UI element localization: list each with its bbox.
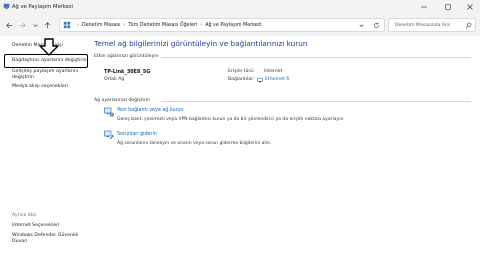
access-type-value: Internet xyxy=(264,69,283,74)
title-bar: Ağ ve Paylaşım Merkezi xyxy=(0,0,480,14)
sidebar-link-advanced-sharing-line2[interactable]: değiştirin xyxy=(12,75,34,81)
see-also-heading: Ayrıca bkz. xyxy=(12,213,38,218)
sidebar-link-media-streaming[interactable]: Medya akışı seçenekleri xyxy=(12,84,68,90)
access-type-label: Erişim türü: xyxy=(228,69,255,74)
up-arrow-icon[interactable] xyxy=(43,21,52,30)
recent-locations-chevron-icon[interactable] xyxy=(31,21,40,30)
active-networks-heading: Etkin ağlarınızı görüntüleyin xyxy=(94,54,159,59)
annotation-down-arrow-icon xyxy=(39,38,59,56)
maximize-icon xyxy=(445,4,451,10)
sidebar-link-label: Bağdaştırıcı ayarlarını değiştirin xyxy=(12,58,87,63)
troubleshoot-icon xyxy=(104,130,114,140)
ethernet-connection-link[interactable]: Ethernet 6 xyxy=(265,77,289,82)
address-bar[interactable]: › Denetim Masası › Tüm Denetim Masası Öğ… xyxy=(59,18,385,32)
sidebar-link-advanced-sharing-line1[interactable]: Gelişmiş paylaşım ayarlarını xyxy=(12,69,78,75)
section-divider xyxy=(161,100,471,102)
minimize-icon xyxy=(421,6,427,8)
breadcrumb-item[interactable]: Tüm Denetim Masası Öğeleri xyxy=(128,23,197,28)
search-box[interactable]: Denetim Masasında Ara xyxy=(388,18,476,32)
window-title: Ağ ve Paylaşım Merkezi xyxy=(12,3,73,10)
breadcrumb-item[interactable]: Ağ ve Paylaşım Merkezi xyxy=(205,23,261,28)
sidebar-link-defender-firewall-line1[interactable]: Windows Defender Güvenlik xyxy=(12,233,78,239)
ethernet-icon xyxy=(257,77,263,82)
refresh-icon[interactable] xyxy=(373,22,380,29)
connections-label: Bağlantılar: xyxy=(228,77,255,82)
minimize-button[interactable] xyxy=(414,0,434,14)
close-button[interactable] xyxy=(460,0,480,14)
network-name: TP-Link_30E8_5G xyxy=(104,69,151,75)
maximize-button[interactable] xyxy=(438,0,458,14)
breadcrumb-separator-icon: › xyxy=(200,22,203,28)
close-icon xyxy=(467,4,473,10)
network-center-icon xyxy=(3,3,10,10)
new-connection-description: Geniş bant, çevirmeli veya VPN bağlantıs… xyxy=(117,117,345,122)
back-arrow-icon[interactable] xyxy=(5,21,14,30)
troubleshoot-description: Ağ sorunlarını tanılayın ve onarın veya … xyxy=(117,141,272,146)
sidebar-link-change-adapter-settings[interactable]: Bağdaştırıcı ayarlarını değiştirin xyxy=(4,54,88,68)
breadcrumb-separator-icon: › xyxy=(77,22,79,28)
change-network-settings-heading: Ağ ayarlarınızı değiştirin xyxy=(94,98,150,103)
address-dropdown-chevron-icon[interactable] xyxy=(358,22,365,29)
forward-arrow-icon[interactable] xyxy=(18,21,27,30)
troubleshoot-link[interactable]: Sorunları giderin xyxy=(117,132,157,137)
control-panel-icon xyxy=(63,21,71,29)
new-connection-link[interactable]: Yeni bağlantı veya ağ kurun xyxy=(117,108,184,113)
network-type-link[interactable]: Ortak Ağ xyxy=(104,77,124,82)
sidebar-link-defender-firewall-line2[interactable]: Duvarı xyxy=(12,239,27,245)
sidebar-link-internet-options[interactable]: Internet Seçenekleri xyxy=(12,223,59,229)
breadcrumb: › Denetim Masası › Tüm Denetim Masası Öğ… xyxy=(74,19,262,31)
search-placeholder: Denetim Masasında Ara xyxy=(395,23,450,28)
breadcrumb-item[interactable]: Denetim Masası xyxy=(82,23,120,28)
new-connection-icon xyxy=(104,107,114,117)
page-title: Temel ağ bilgilerinizi görüntüleyin ve b… xyxy=(94,39,308,48)
section-divider xyxy=(161,56,471,58)
search-icon xyxy=(465,22,472,29)
